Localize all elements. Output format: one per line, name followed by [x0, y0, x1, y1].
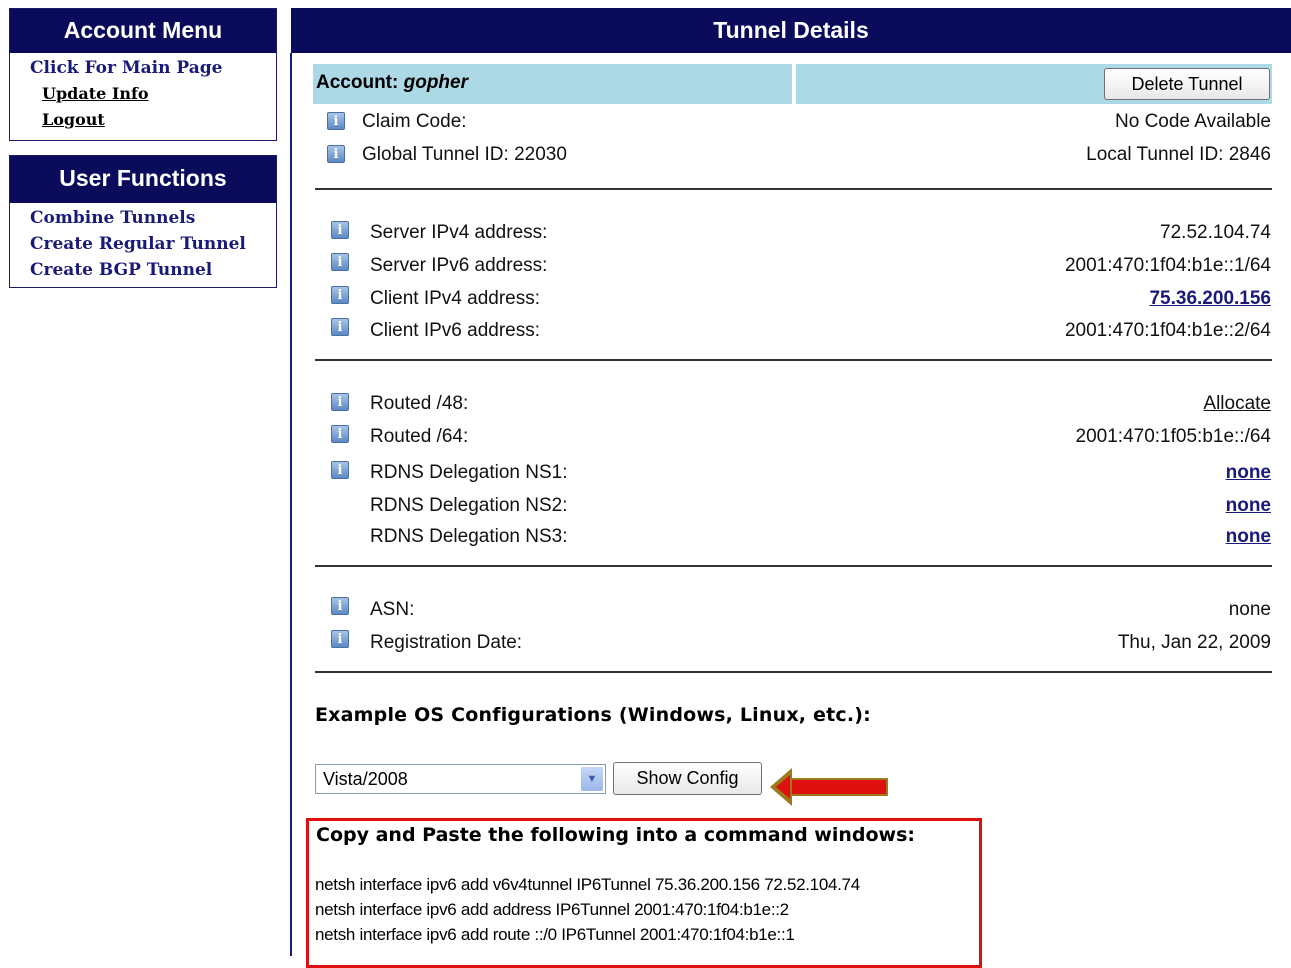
main-page-link[interactable]: Click For Main Page: [30, 55, 276, 81]
config-line: netsh interface ipv6 add v6v4tunnel IP6T…: [315, 875, 860, 894]
user-functions-title: User Functions: [10, 156, 276, 203]
os-select[interactable]: Vista/2008 ▼: [315, 764, 606, 794]
info-icon[interactable]: i: [331, 393, 349, 411]
example-configs-heading: Example OS Configurations (Windows, Linu…: [315, 704, 871, 726]
chevron-down-icon[interactable]: ▼: [581, 767, 603, 791]
divider: [315, 671, 1272, 673]
rdns-ns2-link[interactable]: none: [1226, 495, 1271, 517]
content-divider: [290, 53, 292, 956]
info-icon[interactable]: i: [331, 597, 349, 615]
local-tunnel-id: Local Tunnel ID: 2846: [1086, 144, 1271, 165]
server-ipv6-value: 2001:470:1f04:b1e::1/64: [1064, 255, 1271, 276]
routed-64-label: Routed /64:: [370, 426, 469, 447]
account-name: gopher: [403, 72, 468, 93]
routed-64-value: 2001:470:1f05:b1e::/64: [1075, 426, 1271, 447]
asn-label: ASN:: [370, 599, 415, 620]
info-icon[interactable]: i: [327, 145, 345, 163]
info-icon[interactable]: i: [331, 253, 349, 271]
os-select-value: Vista/2008: [323, 769, 408, 789]
page-title: Tunnel Details: [291, 8, 1291, 53]
config-line: netsh interface ipv6 add route ::/0 IP6T…: [315, 925, 795, 944]
info-icon[interactable]: i: [331, 286, 349, 304]
global-tunnel-id: Global Tunnel ID: 22030: [362, 144, 567, 165]
routed-48-label: Routed /48:: [370, 393, 469, 414]
client-ipv6-label: Client IPv6 address:: [370, 320, 541, 341]
divider: [315, 359, 1272, 361]
config-line: netsh interface ipv6 add address IP6Tunn…: [315, 900, 789, 919]
asn-value: none: [1228, 599, 1271, 620]
delete-tunnel-button[interactable]: Delete Tunnel: [1104, 68, 1270, 100]
claim-code-value: No Code Available: [1115, 111, 1271, 132]
server-ipv4-label: Server IPv4 address:: [370, 222, 548, 243]
server-ipv4-value: 72.52.104.74: [1160, 222, 1271, 243]
rdns-ns3-label: RDNS Delegation NS3:: [370, 526, 568, 547]
account-menu-title: Account Menu: [10, 9, 276, 53]
registration-date-label: Registration Date:: [370, 632, 523, 653]
info-icon[interactable]: i: [331, 630, 349, 648]
divider: [315, 565, 1272, 567]
combine-tunnels-link[interactable]: Combine Tunnels: [30, 205, 276, 231]
allocate-link[interactable]: Allocate: [1203, 393, 1271, 415]
rdns-ns3-link[interactable]: none: [1226, 526, 1271, 548]
client-ipv4-label: Client IPv4 address:: [370, 288, 541, 309]
info-icon[interactable]: i: [331, 318, 349, 336]
user-functions-menu: User Functions Combine Tunnels Create Re…: [9, 155, 277, 288]
rdns-ns1-link[interactable]: none: [1226, 462, 1271, 484]
create-bgp-tunnel-link[interactable]: Create BGP Tunnel: [30, 257, 276, 283]
info-icon[interactable]: i: [331, 461, 349, 479]
create-regular-tunnel-link[interactable]: Create Regular Tunnel: [30, 231, 276, 257]
info-icon[interactable]: i: [327, 112, 345, 130]
client-ipv6-value: 2001:470:1f04:b1e::2/64: [1064, 320, 1271, 341]
update-info-link[interactable]: Update Info: [30, 81, 276, 107]
divider: [315, 188, 1272, 190]
info-icon[interactable]: i: [331, 221, 349, 239]
info-icon[interactable]: i: [331, 425, 349, 443]
logout-link[interactable]: Logout: [30, 107, 276, 133]
rdns-ns1-label: RDNS Delegation NS1:: [370, 462, 568, 483]
config-heading: Copy and Paste the following into a comm…: [316, 824, 916, 846]
registration-date-value: Thu, Jan 22, 2009: [1117, 632, 1271, 653]
show-config-button[interactable]: Show Config: [613, 762, 762, 795]
rdns-ns2-label: RDNS Delegation NS2:: [370, 495, 568, 516]
account-label: Account: gopher: [316, 72, 468, 93]
client-ipv4-link[interactable]: 75.36.200.156: [1149, 288, 1271, 310]
claim-code-label: Claim Code:: [362, 111, 467, 132]
server-ipv6-label: Server IPv6 address:: [370, 255, 548, 276]
account-menu: Account Menu Click For Main Page Update …: [9, 8, 277, 141]
